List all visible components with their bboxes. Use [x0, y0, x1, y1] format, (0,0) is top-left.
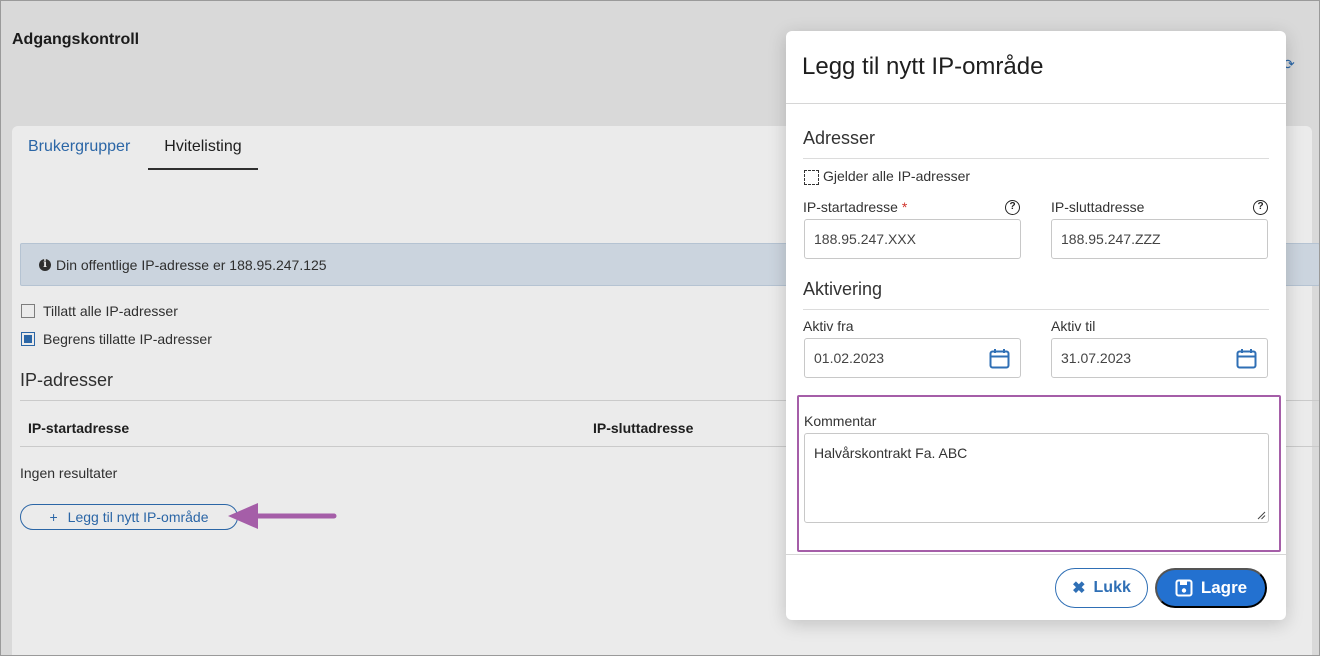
close-label: Lukk: [1093, 579, 1131, 596]
active-from-label: Aktiv fra: [803, 318, 854, 334]
annotation-arrow-icon: [228, 503, 337, 529]
all-ips-checkbox[interactable]: [804, 170, 819, 185]
required-marker: *: [901, 199, 908, 215]
start-address-label: IP-startadresse *: [803, 199, 907, 215]
close-button[interactable]: ✖ Lukk: [1055, 568, 1148, 608]
help-icon[interactable]: ?: [1005, 200, 1020, 215]
end-address-input[interactable]: 188.95.247.ZZZ: [1051, 219, 1268, 259]
save-label: Lagre: [1200, 578, 1248, 597]
start-address-input[interactable]: 188.95.247.XXX: [804, 219, 1021, 259]
divider: [803, 158, 1269, 159]
active-to-value: 31.07.2023: [1061, 350, 1132, 366]
calendar-icon[interactable]: [1236, 348, 1257, 369]
help-icon[interactable]: ?: [1253, 200, 1268, 215]
active-to-input[interactable]: 31.07.2023: [1051, 338, 1268, 378]
close-icon: ✖: [1072, 580, 1086, 597]
comment-highlight-box: [797, 395, 1281, 552]
dialog-header-divider: [786, 103, 1286, 104]
floppy-disk-icon: [1175, 579, 1193, 597]
dialog-footer-divider: [786, 554, 1286, 555]
active-from-input[interactable]: 01.02.2023: [804, 338, 1021, 378]
addresses-heading: Adresser: [803, 128, 876, 148]
active-to-label: Aktiv til: [1051, 318, 1096, 334]
activation-heading: Aktivering: [803, 279, 883, 299]
start-address-label-text: IP-startadresse: [803, 199, 898, 215]
dialog-title: Legg til nytt IP-område: [802, 53, 1044, 80]
divider: [803, 309, 1269, 310]
save-button[interactable]: Lagre: [1155, 568, 1267, 608]
active-from-value: 01.02.2023: [814, 350, 885, 366]
all-ips-label: Gjelder alle IP-adresser: [823, 168, 971, 184]
calendar-icon[interactable]: [989, 348, 1010, 369]
end-address-label: IP-sluttadresse: [1051, 199, 1145, 215]
